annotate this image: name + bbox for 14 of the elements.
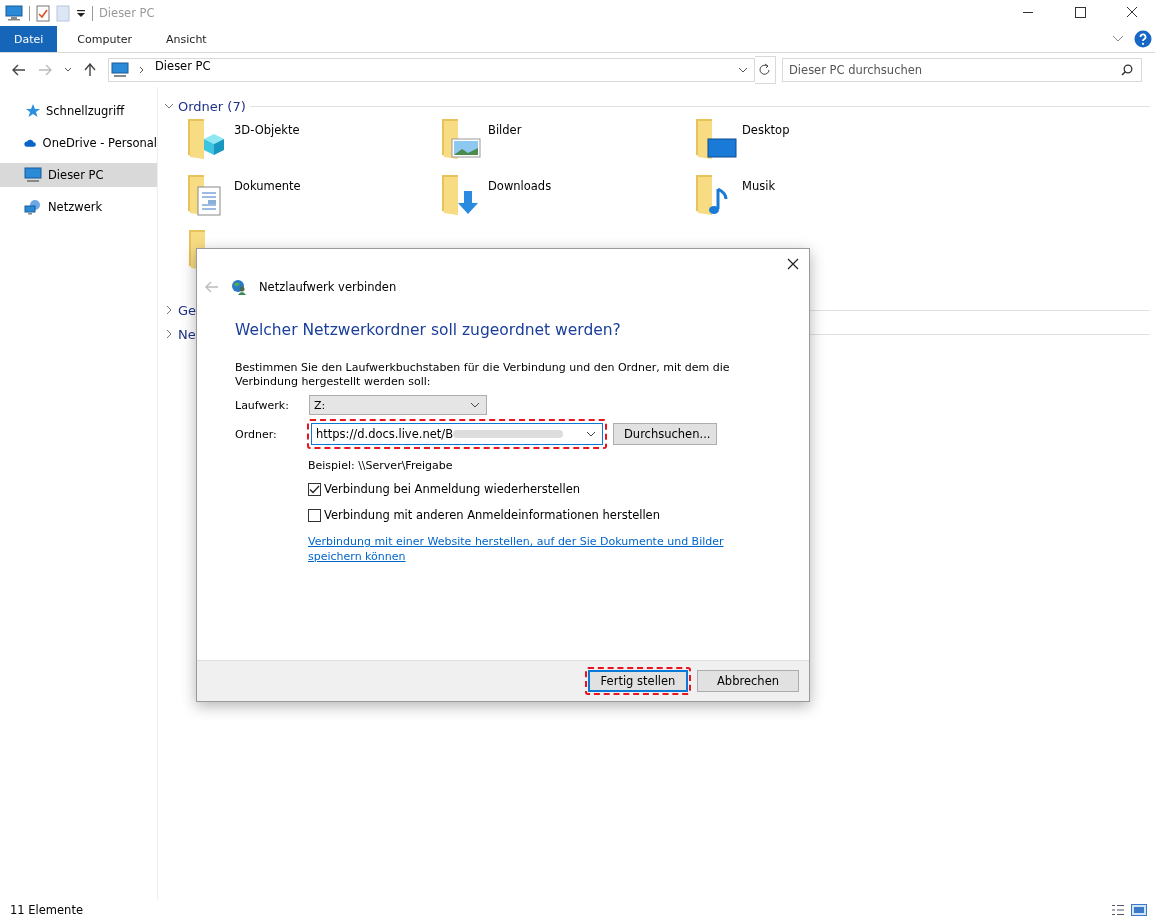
field-label: Laufwerk: (235, 398, 290, 412)
folder-name: Bilder (488, 123, 522, 137)
field-label: Ordner: (235, 427, 278, 441)
instruction-text: Bestimmen Sie den Laufwerkbuchstaben für die Verbindung und den Ordner, mit dem die Verbindung hergestellt werden soll: (235, 361, 731, 389)
example-text: Beispiel: \\Server\Freigabe (308, 459, 454, 472)
folder-name: Dokumente (234, 179, 301, 193)
dialog-title: Netzlaufwerk verbinden (259, 280, 397, 294)
item-count: 11 Elemente (10, 902, 83, 917)
window-title: Dieser PC (99, 6, 155, 20)
folder-name: 3D-Objekte (234, 123, 300, 137)
folder-name: Desktop (742, 123, 790, 137)
dialog-heading: Welcher Netzwerkordner soll zugeordnet werden? (235, 321, 622, 339)
folder-name: Musik (742, 179, 776, 193)
folder-name: Downloads (488, 179, 552, 193)
